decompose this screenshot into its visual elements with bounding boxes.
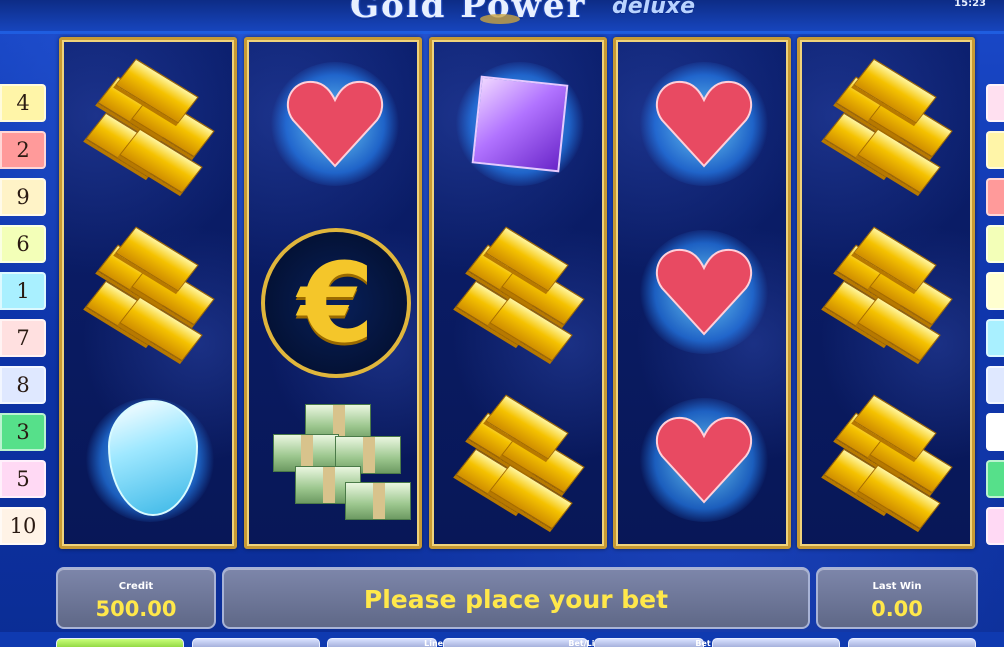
payline-badge-right[interactable] — [986, 178, 1004, 216]
symbol-blue-diamond — [62, 376, 234, 544]
credit-label: Credit — [118, 581, 154, 592]
red-heart-icon — [654, 74, 754, 170]
control-button-7[interactable] — [848, 638, 976, 647]
payline-badge-3[interactable]: 3 — [0, 413, 46, 451]
payline-badge-right[interactable] — [986, 507, 1004, 545]
credit-display: Credit 500.00 — [56, 567, 216, 629]
payline-badge-right[interactable] — [986, 366, 1004, 404]
reel-4 — [613, 37, 791, 549]
reel-5 — [797, 37, 975, 549]
symbol-red-heart — [616, 376, 788, 544]
symbol-euro-coin: € — [247, 208, 419, 378]
bet-button[interactable]: Bet — [594, 638, 711, 647]
bet-per-line-button[interactable]: Bet/Line — [443, 638, 606, 647]
payline-indicators-left: 4 2 9 6 1 7 8 3 5 10 — [0, 84, 46, 554]
symbol-gold-bars — [800, 376, 972, 544]
control-button-6[interactable] — [712, 638, 840, 647]
status-message: Please place your bet — [363, 585, 669, 614]
gold-bars-icon — [80, 226, 230, 363]
gold-bars-icon — [450, 394, 600, 531]
payline-badge-6[interactable]: 6 — [0, 225, 46, 263]
payline-badge-8[interactable]: 8 — [0, 366, 46, 404]
reel-1 — [59, 37, 237, 549]
payline-badge-4[interactable]: 4 — [0, 84, 46, 122]
payline-badge-7[interactable]: 7 — [0, 319, 46, 357]
symbol-gold-bars — [432, 376, 604, 544]
symbol-red-heart — [616, 40, 788, 208]
gold-bars-icon — [818, 394, 968, 531]
last-win-label: Last Win — [872, 581, 922, 592]
symbol-red-heart — [616, 208, 788, 376]
logo-ornament-icon — [480, 14, 520, 24]
payline-badge-9[interactable]: 9 — [0, 178, 46, 216]
game-logo-subtitle: deluxe — [612, 0, 695, 19]
cash-stack-icon — [265, 396, 413, 526]
euro-icon: € — [261, 228, 411, 378]
payline-badge-5[interactable]: 5 — [0, 460, 46, 498]
gold-bars-icon — [818, 226, 968, 363]
symbol-cash-stack — [247, 376, 419, 544]
payline-badge-right[interactable] — [986, 272, 1004, 310]
symbol-gold-bars — [62, 208, 234, 376]
payline-badge-right[interactable] — [986, 225, 1004, 263]
gold-bars-icon — [450, 226, 600, 363]
payline-badge-right[interactable] — [986, 319, 1004, 357]
game-stage: Gold Power deluxe 15:23 4 2 9 6 1 7 8 3 5 10 — [0, 0, 1004, 647]
symbol-purple-gem — [432, 40, 604, 208]
symbol-gold-bars — [62, 40, 234, 208]
payline-badge-right[interactable] — [986, 84, 1004, 122]
credit-value: 500.00 — [95, 597, 177, 621]
symbol-red-heart — [247, 40, 419, 208]
symbol-gold-bars — [800, 40, 972, 208]
red-heart-icon — [654, 410, 754, 506]
reel-2: € — [244, 37, 422, 549]
payline-badge-right[interactable] — [986, 460, 1004, 498]
symbol-gold-bars — [432, 208, 604, 376]
top-bar: Gold Power deluxe 15:23 — [0, 0, 1004, 34]
clock: 15:23 — [954, 0, 986, 9]
purple-gem-icon — [471, 75, 569, 173]
red-heart-icon — [654, 242, 754, 338]
last-win-value: 0.00 — [871, 597, 923, 621]
red-heart-icon — [285, 74, 385, 170]
gold-bars-icon — [80, 58, 230, 195]
symbol-gold-bars — [800, 208, 972, 376]
control-button-2[interactable] — [192, 638, 320, 647]
reel-3 — [429, 37, 607, 549]
lines-button[interactable]: Lines — [327, 638, 448, 647]
payline-indicators-right — [986, 84, 1004, 554]
control-button-1[interactable] — [56, 638, 184, 647]
payline-badge-right[interactable] — [986, 413, 1004, 451]
payline-badge-2[interactable]: 2 — [0, 131, 46, 169]
payline-badge-10[interactable]: 10 — [0, 507, 46, 545]
payline-badge-1[interactable]: 1 — [0, 272, 46, 310]
gold-bars-icon — [818, 58, 968, 195]
last-win-display: Last Win 0.00 — [816, 567, 978, 629]
payline-badge-right[interactable] — [986, 131, 1004, 169]
message-display: Please place your bet — [222, 567, 810, 629]
